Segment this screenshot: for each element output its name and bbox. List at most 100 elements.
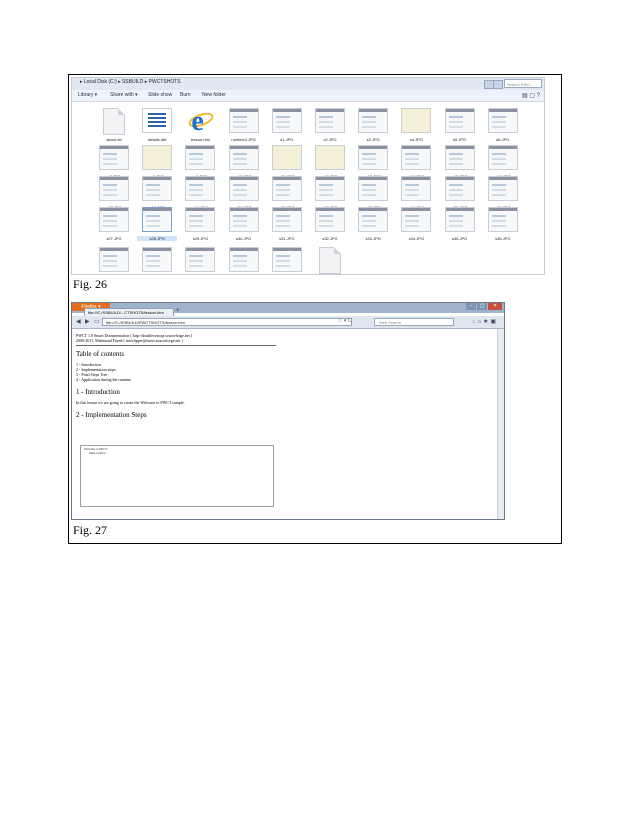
image-thumbnail-icon — [228, 145, 259, 170]
file-item[interactable]: s3.JPG — [353, 108, 393, 146]
file-item[interactable]: s4.JPG — [396, 108, 436, 146]
search-input[interactable]: Search PWC... — [504, 79, 542, 88]
image-thumbnail-icon — [142, 247, 173, 272]
scrollbar[interactable] — [497, 329, 504, 519]
image-thumbnail-icon — [315, 176, 345, 201]
file-item[interactable]: s1.JPG — [267, 108, 307, 146]
file-name: lesson.htm — [190, 137, 211, 142]
file-item[interactable]: s29.JPG — [180, 207, 220, 245]
minimize-icon[interactable]: – — [466, 303, 476, 310]
new-tab-icon[interactable]: + — [176, 308, 180, 314]
view-options-icon[interactable]: ▤ ▢ ? — [522, 92, 540, 99]
image-thumbnail-icon — [401, 207, 432, 232]
file-item[interactable]: s35.JPG — [440, 207, 480, 245]
file-item[interactable]: about.txt — [94, 108, 134, 146]
file-item[interactable]: s41.JPG — [267, 247, 307, 274]
doc-header-line2: 2006-2011, Mahmoud Fayed ( msfclipper@us… — [76, 338, 183, 343]
file-item[interactable]: runtime2.JPG — [224, 108, 264, 146]
file-item[interactable]: e lesson.htm — [180, 106, 220, 146]
forward-icon[interactable]: ▶ — [85, 318, 90, 325]
image-thumbnail-icon — [271, 176, 302, 201]
file-name: s6.JPG — [496, 137, 510, 142]
file-item[interactable]: s31.JPG — [267, 207, 307, 245]
file-name: runtime2.JPG — [231, 137, 256, 142]
file-item[interactable]: s30.JPG — [224, 207, 264, 245]
file-item[interactable]: s36.JPG — [483, 207, 523, 245]
image-thumbnail-icon — [487, 176, 518, 201]
file-name: s1.JPG — [280, 137, 294, 142]
page-icon: ▭ — [94, 319, 100, 325]
file-name: s31.JPG — [279, 236, 295, 241]
toc-item[interactable]: 4 - Application during the runtime — [76, 377, 496, 382]
file-grid: about.txt details.dbf e lesson.htm runtime2.… — [94, 106, 542, 274]
image-thumbnail-icon — [444, 145, 475, 170]
file-name: s32.JPG — [322, 236, 338, 241]
file-item[interactable]: s39.JPG — [180, 247, 220, 274]
back-icon[interactable]: ◀ — [76, 318, 81, 325]
file-name: s29.JPG — [192, 236, 209, 241]
file-name: s30.JPG — [235, 236, 252, 241]
image-thumbnail-icon — [271, 207, 302, 232]
file-item[interactable]: s27.JPG — [94, 207, 134, 245]
image-thumbnail-icon — [271, 108, 302, 133]
image-thumbnail-icon — [487, 145, 518, 170]
table-file-icon — [142, 108, 173, 133]
text-file-icon — [319, 247, 341, 274]
image-thumbnail-icon — [271, 247, 302, 272]
close-icon[interactable]: ✕ — [488, 303, 502, 310]
maximize-icon[interactable]: ▢ — [477, 303, 487, 310]
file-item[interactable]: s37.JPG — [94, 247, 134, 274]
file-item[interactable]: s5.JPG — [440, 108, 480, 146]
file-item[interactable]: s32.JPG — [310, 207, 350, 245]
toolbar-burn[interactable]: Burn — [180, 92, 191, 98]
image-thumbnail-icon — [142, 207, 173, 232]
toolbar-new-folder[interactable]: New folder — [202, 92, 226, 98]
image-thumbnail-icon — [228, 247, 259, 272]
file-item[interactable]: s33.JPG — [353, 207, 393, 245]
file-name: s2.JPG — [323, 137, 337, 142]
file-name: s35.JPG — [451, 236, 468, 241]
ie-file-icon: e — [185, 106, 216, 137]
file-item[interactable]: s34.JPG — [396, 207, 436, 245]
tab-lesson[interactable]: file:///C:/SSBUILD/...CTSHOTS/lesson.htm — [84, 308, 174, 316]
toc-title: Table of contents — [76, 350, 125, 358]
image-thumbnail-icon — [444, 176, 475, 201]
image-thumbnail-icon — [401, 108, 432, 133]
image-thumbnail-icon — [185, 176, 216, 201]
bookmark-star-icon[interactable]: ☆ ▾ C — [338, 318, 351, 324]
figure-frame: ▸ Local Disk (C:) ▸ SSBUILD ▸ PWCTSHOTS … — [68, 74, 562, 544]
image-thumbnail-icon — [444, 108, 475, 133]
file-item[interactable]: steps.txt — [310, 247, 350, 274]
image-thumbnail-icon — [228, 108, 259, 133]
file-item[interactable]: s38.JPG — [137, 247, 177, 274]
file-name: details.dbf — [148, 137, 167, 142]
address-path: ▸ Local Disk (C:) ▸ SSBUILD ▸ PWCTSHOTS — [80, 79, 181, 85]
toolbar-right-icons[interactable]: ↓⌂★▣ — [472, 318, 498, 325]
explorer-window: ▸ Local Disk (C:) ▸ SSBUILD ▸ PWCTSHOTS … — [71, 77, 545, 275]
toolbar-library[interactable]: Library ▾ — [78, 92, 97, 98]
image-thumbnail-icon — [228, 207, 259, 232]
navigation-bar: ◀ ▶ ▭ file:///C:/SSBUILD/PWCTSHOTS/lesso… — [72, 316, 504, 329]
file-item[interactable]: s2.JPG — [310, 108, 350, 146]
browser-window: Firefox ▾ – ▢ ✕ file:///C:/SSBUILD/...CTSH… — [71, 302, 505, 520]
image-thumbnail-icon — [142, 176, 173, 201]
image-thumbnail-icon — [444, 207, 475, 232]
file-name: about.txt — [106, 137, 122, 142]
url-input[interactable]: file:///C:/SSBUILD/PWCTSHOTS/lesson.htm — [102, 318, 352, 326]
image-thumbnail-icon — [271, 145, 302, 170]
web-search-input[interactable]: Web Search — [374, 318, 454, 326]
image-thumbnail-icon — [401, 176, 432, 201]
file-name: s5.JPG — [453, 137, 467, 142]
toolbar-slide-show[interactable]: Slide show — [148, 92, 172, 98]
fig26-caption: Fig. 26 — [73, 277, 108, 291]
refresh-icon[interactable] — [493, 80, 503, 89]
file-item[interactable]: s40.JPG — [224, 247, 264, 274]
file-name: s36.JPG — [495, 236, 511, 241]
file-item[interactable]: details.dbf — [137, 108, 177, 146]
image-thumbnail-icon — [401, 145, 432, 170]
toolbar-share-with[interactable]: Share with ▾ — [110, 92, 138, 98]
file-item[interactable]: s28.JPG — [137, 207, 178, 245]
explorer-toolbar: Library ▾ Share with ▾ Slide show Burn N… — [72, 90, 544, 102]
file-name: s27.JPG — [106, 236, 122, 241]
file-item[interactable]: s6.JPG — [483, 108, 523, 146]
